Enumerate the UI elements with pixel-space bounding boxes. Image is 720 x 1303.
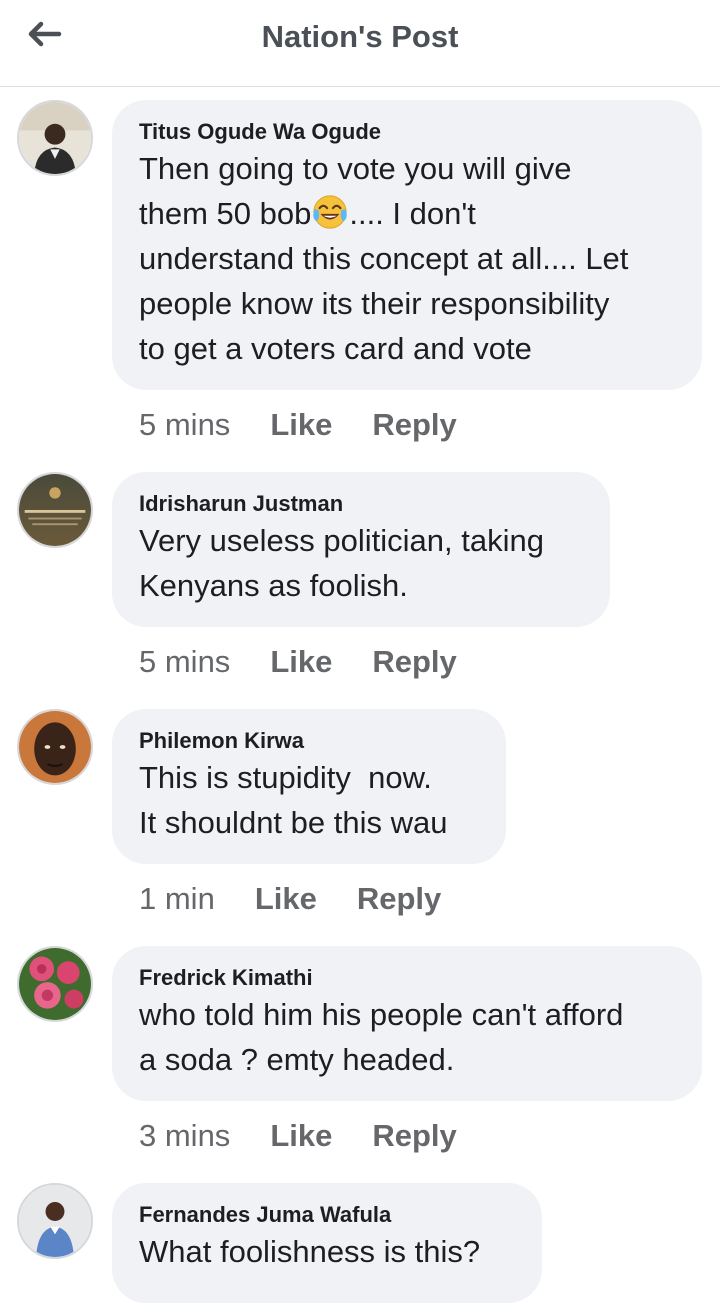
avatar[interactable] [17,100,93,176]
comment-line: them 50 bob [139,196,312,231]
comment-bubble: Idrisharun Justman Very useless politici… [112,472,610,627]
comment-author[interactable]: Idrisharun Justman [139,490,584,518]
comment-bubble: Titus Ogude Wa Ogude Then going to vote … [112,100,702,390]
timestamp: 3 mins [139,1118,231,1153]
comment-author[interactable]: Philemon Kirwa [139,727,480,755]
page-title: Nation's Post [261,19,459,54]
comment-author[interactable]: Fernandes Juma Wafula [139,1201,516,1229]
timestamp: 5 mins [139,407,231,442]
comment-line: people know its their responsibility [139,286,610,321]
comment-line: Very useless politician, taking [139,523,544,558]
timestamp: 5 mins [139,644,231,679]
timestamp: 1 min [139,881,215,916]
avatar[interactable] [17,709,93,785]
comment-line: understand this concept at all.... Let [139,241,629,276]
comment-line: Then going to vote you will give [139,151,572,186]
like-button[interactable]: Like [270,407,332,443]
comment-actions: 1 min Like Reply [139,881,441,917]
comment-bubble: Fredrick Kimathi who told him his people… [112,946,702,1101]
comment-line: .... I don't [349,196,476,231]
comment-bubble: Fernandes Juma Wafula What foolishness i… [112,1183,542,1303]
comment-line: What foolishness is this? [139,1234,481,1269]
comment-text: What foolishness is this? [139,1229,516,1274]
reply-button[interactable]: Reply [372,407,456,443]
reply-button[interactable]: Reply [372,1118,456,1154]
like-button[interactable]: Like [255,881,317,917]
comment-actions: 5 mins Like Reply [139,407,457,443]
comment-text: This is stupidity now. It shouldnt be th… [139,755,480,845]
comment-text: Very useless politician, taking Kenyans … [139,518,584,608]
comment-actions: 5 mins Like Reply [139,644,457,680]
comment-line: a soda ? emty headed. [139,1042,455,1077]
comment-text: Then going to vote you will give them 50… [139,146,676,371]
top-bar: Nation's Post [0,0,720,87]
comment-line: who told him his people can't afford [139,997,624,1032]
comment-bubble: Philemon Kirwa This is stupidity now. It… [112,709,506,864]
comment-line: Kenyans as foolish. [139,568,408,603]
face-with-tears-of-joy-icon [313,195,348,229]
reply-button[interactable]: Reply [372,644,456,680]
comment-actions: 3 mins Like Reply [139,1118,457,1154]
avatar[interactable] [17,946,93,1022]
reply-button[interactable]: Reply [357,881,441,917]
comment-line: to get a voters card and vote [139,331,532,366]
comment-line: This is stupidity now. [139,760,432,795]
avatar[interactable] [17,472,93,548]
comment-author[interactable]: Titus Ogude Wa Ogude [139,118,676,146]
comment-text: who told him his people can't afford a s… [139,992,676,1082]
avatar[interactable] [17,1183,93,1259]
like-button[interactable]: Like [270,1118,332,1154]
comment-line: It shouldnt be this wau [139,805,448,840]
like-button[interactable]: Like [270,644,332,680]
comment-author[interactable]: Fredrick Kimathi [139,964,676,992]
